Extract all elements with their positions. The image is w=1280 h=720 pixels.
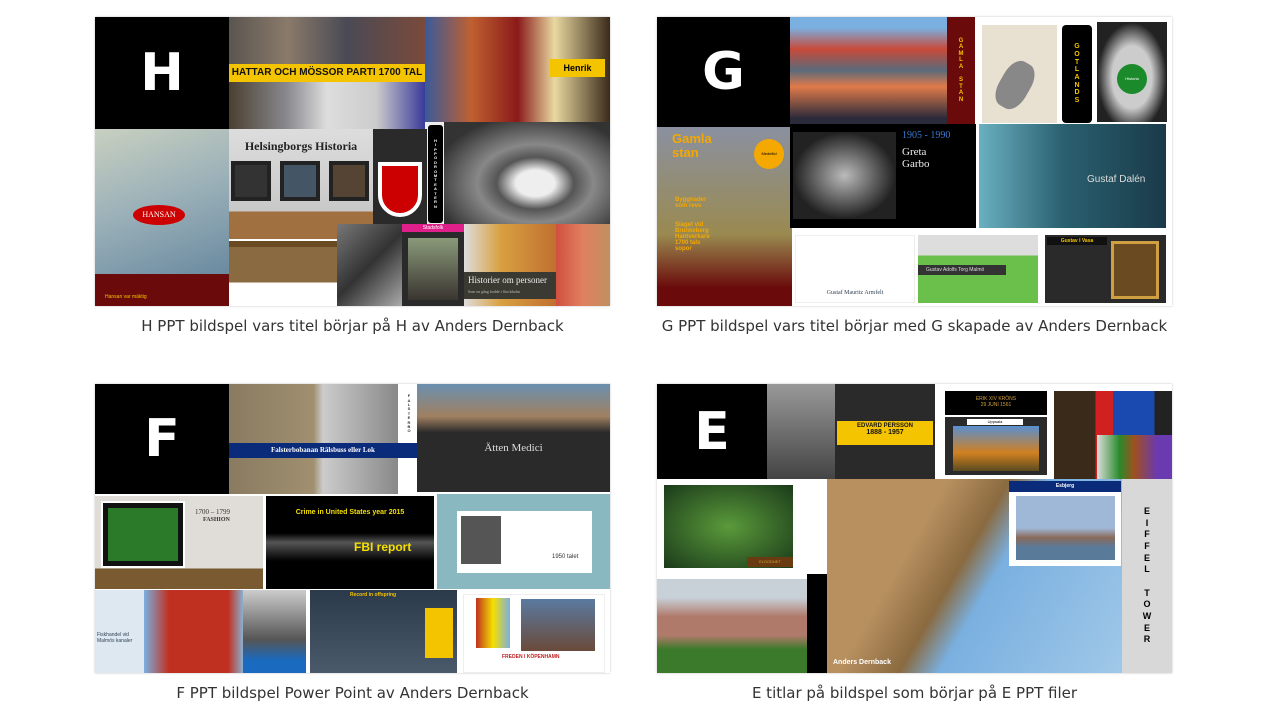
gallery-card-e[interactable]: E EDVARD PERSSON 1888 - 1957 ERIK XIV KR… [657, 384, 1172, 702]
eiffel-vertical: EIFFEL TOWER [1122, 479, 1172, 673]
medici-slide: Ätten Medici [417, 384, 610, 492]
runestone-photo: Historia [1097, 22, 1167, 122]
fisk-slide: Fiskhandel vid Malmös kanaler [95, 590, 243, 673]
medeltid-badge: Medeltid [754, 139, 784, 169]
fifties-label: 1950 talet [552, 554, 579, 560]
medici-title: Ätten Medici [484, 442, 543, 454]
henrik-smith-label: Henrik Smith [550, 59, 605, 77]
gamla-stan-poster: Gamla stan Medeltid Byggnader som revs S… [657, 127, 792, 306]
erik-date: 29 JUNI 1561 [980, 402, 1012, 408]
arch-photo [444, 122, 610, 224]
slaget-label: Slaget vid Brunkeberg Hantverkare 1700 t… [675, 222, 710, 252]
uppsala-slide: Uppsala [945, 417, 1047, 475]
gallery-card-f[interactable]: F FALSTERBO Falsterbobanan Rälsbuss elle… [95, 384, 610, 702]
card-caption[interactable]: E titlar på bildspel som börjar på E PPT… [637, 684, 1192, 702]
falsterbo-slide: FALSTERBO Falsterbobanan Rälsbuss eller … [229, 384, 417, 494]
falsterbo-vertical: FALSTERBO [407, 393, 411, 434]
hansan-footer: Hansan var mäktig [95, 274, 229, 306]
bw-photo [767, 384, 835, 479]
vasa-label: Gustav I Vasa [1047, 237, 1107, 245]
byggnader-label: Byggnader som revs [675, 197, 707, 209]
author-label: Anders Dernback [833, 659, 891, 666]
eldodnet-label: ELDODNET [747, 557, 793, 567]
letter-tile: E [657, 384, 767, 479]
esbjerg-label: Esbjerg [1009, 481, 1121, 492]
hattar-banner: HATTAR OCH MÖSSOR PARTI 1700 TAL [229, 64, 425, 82]
torg-label: Gustav Adolfs Torg Malmö [918, 265, 1006, 275]
helsingborg-title: Helsingborgs Historia [244, 139, 358, 153]
stortorget-photo [556, 224, 610, 306]
collage-thumbnail-f[interactable]: F FALSTERBO Falsterbobanan Rälsbuss elle… [95, 384, 610, 673]
historia-badge: Historia [1117, 64, 1147, 94]
coat-of-arms [373, 129, 427, 224]
gallery-card-h[interactable]: H HATTAR OCH MÖSSOR PARTI 1700 TAL Henri… [95, 17, 610, 335]
torg-slide: Gustav Adolfs Torg Malmö [918, 235, 1038, 303]
armfelt-slide: Gustaf Mauritz Armfelt [795, 235, 915, 303]
dalen-slide: Gustaf Dalén [979, 124, 1166, 228]
collage-thumbnail-g[interactable]: G GAMLA STAN GOTLANDS Historia Gamla sta… [657, 17, 1172, 306]
record-slide: Record in offspring [310, 590, 457, 673]
museum-slide [229, 239, 337, 306]
fisk-title: Fiskhandel vid Malmös kanaler [97, 632, 133, 644]
collage-thumbnail-h[interactable]: H HATTAR OCH MÖSSOR PARTI 1700 TAL Henri… [95, 17, 610, 306]
sami-slide [1054, 391, 1172, 479]
helsingborg-slide: Helsingborgs Historia [229, 129, 373, 239]
crime-title: Crime in United States year 2015 [295, 509, 405, 516]
hippodrom-label: HIPPODROMTEATERN [428, 125, 443, 223]
edvard-box: EDVARD PERSSON 1888 - 1957 [837, 421, 933, 445]
freden-title: FREDEN I KÖPENHAMN [502, 654, 560, 660]
fashion-years: 1700 – 1799 [195, 508, 230, 516]
hansan-map: HANSAN [95, 129, 229, 274]
uppsala-label: Uppsala [967, 419, 1023, 425]
portraits-image [229, 17, 425, 64]
card-caption[interactable]: G PPT bildspel vars titel börjar med G s… [637, 317, 1192, 335]
edvard-slide: EDVARD PERSSON 1888 - 1957 [835, 384, 935, 479]
esbjerg-slide: Esbjerg [1009, 481, 1121, 566]
stadsfolk-slide: Stadsfolk [402, 224, 464, 306]
collage-thumbnail-e[interactable]: E EDVARD PERSSON 1888 - 1957 ERIK XIV KR… [657, 384, 1172, 673]
woman-portrait [243, 590, 306, 673]
gamla-stan-title: Gamla stan [672, 131, 712, 161]
gamla-stan-photo [790, 17, 947, 124]
gallery-card-g[interactable]: G GAMLA STAN GOTLANDS Historia Gamla sta… [657, 17, 1172, 335]
garbo-slide: 1905 - 1990 Greta Garbo [790, 124, 976, 228]
letter-tile: G [657, 17, 790, 127]
vasa-slide: Gustav I Vasa [1045, 235, 1166, 303]
eldodnet-slide: ELDODNET [657, 481, 827, 574]
castle-photo [657, 579, 807, 673]
record-title: Record in offspring [350, 592, 397, 598]
hansan-label: HANSAN [133, 205, 185, 225]
gamla-stan-vertical: GAMLA STAN [947, 17, 975, 124]
freden-slide: FREDEN I KÖPENHAMN [463, 594, 605, 673]
letter-tile: F [95, 384, 229, 494]
garbo-name: Greta Garbo [902, 146, 930, 170]
dalen-name: Gustaf Dalén [1087, 174, 1146, 185]
historier-slide: Historier om personer Som en gång bodde … [464, 224, 556, 306]
historier-subtitle: Som en gång bodde i Stockholm [468, 289, 521, 294]
stadsfolk-label: Stadsfolk [402, 224, 464, 232]
portraits-row [229, 82, 425, 129]
falsterbo-title: Falsterbobanan Rälsbuss eller Lok [229, 443, 417, 458]
fifties-slide: 1950 talet [437, 494, 610, 589]
card-caption[interactable]: H PPT bildspel vars titel börjar på H av… [75, 317, 630, 335]
gotland-map [982, 25, 1057, 123]
family-photos [337, 224, 402, 306]
edvard-years: 1888 - 1957 [866, 429, 904, 436]
gotlands-vertical: GOTLANDS [1062, 25, 1092, 123]
letter-tile: H [95, 17, 229, 129]
fashion-slide: 1700 – 1799 FASHION [95, 496, 263, 589]
fashion-title: FASHION [203, 517, 230, 523]
historier-title: Historier om personer [468, 275, 547, 285]
garbo-years: 1905 - 1990 [902, 130, 951, 141]
card-caption[interactable]: F PPT bildspel Power Point av Anders Der… [75, 684, 630, 702]
armfelt-label: Gustaf Mauritz Armfelt [826, 290, 884, 296]
erik-title: ERIK XIV KRÖNS 29 JUNI 1561 [945, 391, 1047, 415]
fbi-title: FBI report [354, 540, 412, 554]
fbi-slide: Crime in United States year 2015 FBI rep… [266, 496, 434, 589]
